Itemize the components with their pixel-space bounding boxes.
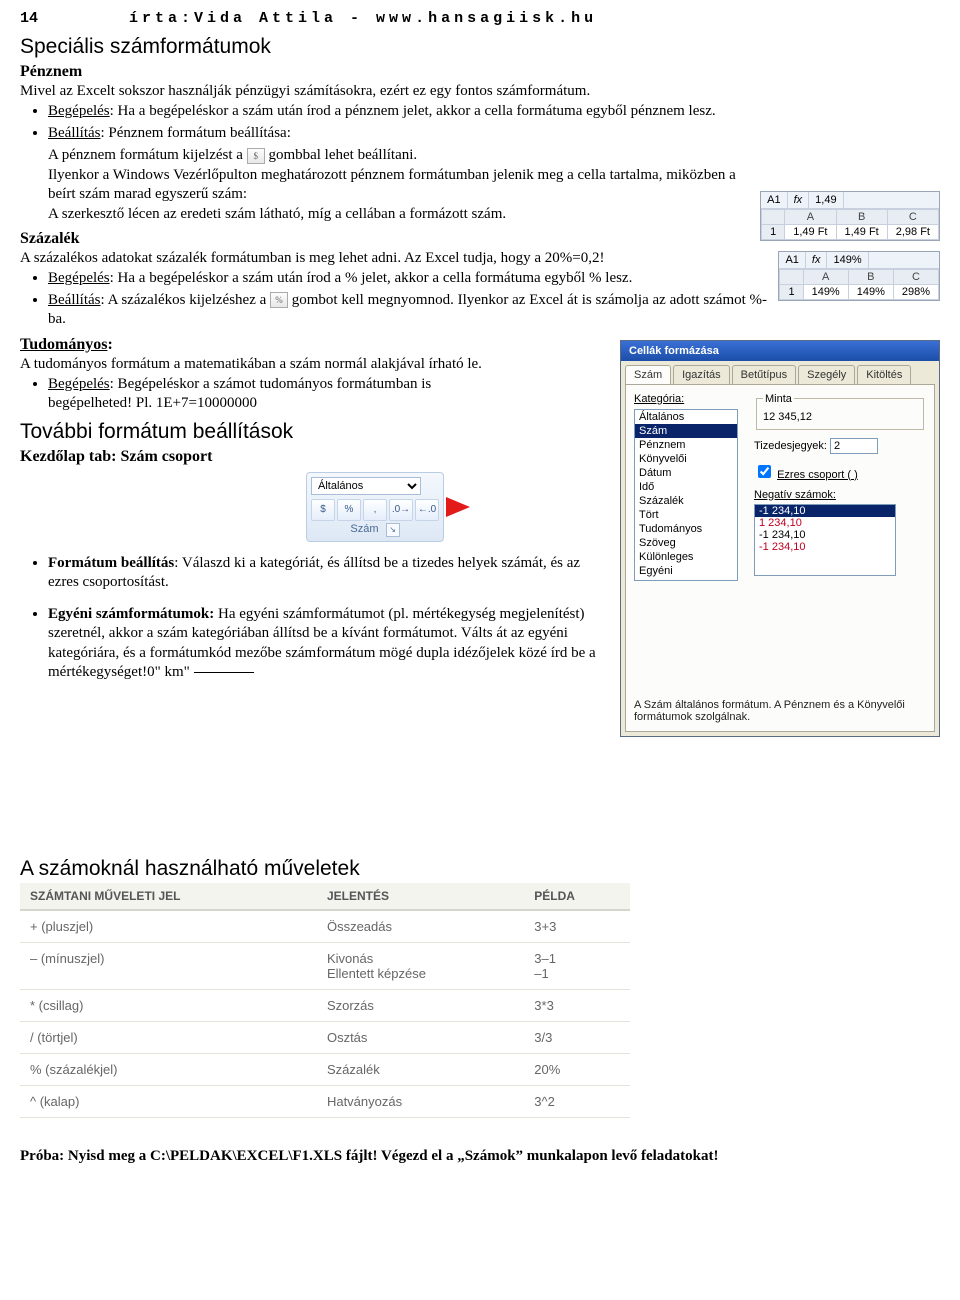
tab-igazitas[interactable]: Igazítás: [673, 365, 730, 384]
cat-szam[interactable]: Szám: [635, 424, 737, 438]
ribbon-group-label: Szám: [350, 523, 378, 535]
cat-ido[interactable]: Idő: [635, 480, 737, 494]
increase-decimal-button[interactable]: .0→: [389, 499, 413, 521]
format-cells-dialog: Cellák formázása Szám Igazítás Betűtípus…: [620, 340, 940, 737]
neg-opt-2[interactable]: 1 234,10: [755, 517, 895, 529]
dialog-footnote: A Szám általános formátum. A Pénznem és …: [634, 699, 926, 723]
comma-button[interactable]: ,: [363, 499, 387, 521]
tab-betutipus[interactable]: Betűtípus: [732, 365, 796, 384]
col-example: PÉLDA: [524, 883, 630, 910]
label-begepeles: Begépelés: [48, 103, 110, 119]
col-operator: SZÁMTANI MŰVELETI JEL: [20, 883, 317, 910]
cat-penznem[interactable]: Pénznem: [635, 438, 737, 452]
cell-ref: A1: [779, 252, 805, 268]
mini-grid: ABC 1 149% 149% 298%: [779, 269, 939, 300]
fx-label: fx: [788, 192, 810, 208]
cat-szazalek[interactable]: Százalék: [635, 494, 737, 508]
cell-b1: 1,49 Ft: [836, 225, 887, 240]
col-meaning: JELENTÉS: [317, 883, 524, 910]
decimals-input[interactable]: [830, 438, 878, 454]
label-beallitas: Beállítás: [48, 125, 101, 141]
cat-tort[interactable]: Tört: [635, 508, 737, 522]
table-row: / (törtjel)Osztás3/3: [20, 1021, 630, 1053]
connector-line: [194, 672, 254, 673]
category-label: Kategória:: [634, 393, 744, 405]
neg-opt-3[interactable]: -1 234,10: [755, 529, 895, 541]
cat-tudomanyos[interactable]: Tudományos: [635, 522, 737, 536]
cat-datum[interactable]: Dátum: [635, 466, 737, 480]
cell-a1: 1,49 Ft: [785, 225, 836, 240]
try-instruction: Próba: Nyisd meg a C:\PELDAK\EXCEL\F1.XL…: [20, 1148, 940, 1165]
table-row: – (mínuszjel)Kivonás Ellentett képzése3–…: [20, 942, 630, 989]
section-operators: A számoknál használható műveletek: [20, 857, 940, 881]
negative-list[interactable]: -1 234,10 1 234,10 -1 234,10 -1 234,10: [754, 504, 896, 576]
number-format-dropdown[interactable]: Általános: [311, 477, 421, 495]
cell-ref: A1: [761, 192, 787, 208]
mini-grid: ABC 1 1,49 Ft 1,49 Ft 2,98 Ft: [761, 209, 939, 240]
currency-icon[interactable]: $: [247, 148, 265, 164]
dialog-tabs: Szám Igazítás Betűtípus Szegély Kitöltés: [621, 361, 939, 384]
cat-altalanos[interactable]: Általános: [635, 410, 737, 424]
thousands-checkbox[interactable]: [758, 465, 771, 478]
decimals-label: Tizedesjegyek:: [754, 440, 827, 452]
cell-a1: 149%: [803, 285, 848, 300]
cat-kulonleges[interactable]: Különleges: [635, 550, 737, 564]
formula-bar: A1 fx 149%: [779, 252, 939, 269]
currency-button[interactable]: $: [311, 499, 335, 521]
more-format-bullet-1: Formátum beállítás: Válaszd ki a kategór…: [48, 554, 608, 593]
fx-label: fx: [806, 252, 828, 268]
page-number: 14: [20, 10, 38, 27]
cell-b1: 149%: [848, 285, 893, 300]
sample-value: 12 345,12: [763, 411, 917, 423]
dialog-launcher-icon[interactable]: ↘: [386, 523, 400, 537]
tab-szegely[interactable]: Szegély: [798, 365, 855, 384]
penznem-intro: Mivel az Excelt sokszor használják pénzü…: [20, 83, 940, 100]
cell-c1: 298%: [893, 285, 938, 300]
red-arrow-icon: [446, 497, 470, 517]
negative-label: Negatív számok:: [754, 489, 836, 501]
dialog-title: Cellák formázása: [621, 341, 939, 361]
neg-opt-4[interactable]: -1 234,10: [755, 541, 895, 553]
author-credit: írta:Vida Attila - www.hansagiisk.hu: [129, 10, 597, 27]
table-row: * (csillag)Szorzás3*3: [20, 989, 630, 1021]
penznem-bullet-1: Begépelés: Ha a begépeléskor a szám után…: [48, 102, 940, 122]
ribbon-number-group: Általános $ % , .0→ ←.0 Szám ↘: [306, 472, 444, 542]
cat-egyeni[interactable]: Egyéni: [635, 564, 737, 578]
page-header: 14 írta:Vida Attila - www.hansagiisk.hu: [20, 10, 940, 27]
percent-button[interactable]: %: [337, 499, 361, 521]
more-format-bullet-2: Egyéni számformátumok: Ha egyéni számfor…: [48, 605, 608, 683]
sample-group: Minta 12 345,12: [756, 393, 924, 430]
tudomanyos-bullet: Begépelés: Begépeléskor a számot tudomán…: [48, 375, 478, 414]
fx-value: 149%: [827, 252, 868, 268]
sample-legend: Minta: [763, 393, 794, 405]
fx-value: 1,49: [809, 192, 843, 208]
percent-icon[interactable]: %: [270, 292, 288, 308]
excel-snippet-percent: A1 fx 149% ABC 1 149% 149% 298%: [778, 251, 940, 301]
table-row: % (százalékjel)Százalék20%: [20, 1053, 630, 1085]
table-row: ^ (kalap)Hatványozás3^2: [20, 1085, 630, 1117]
tab-kitoltes[interactable]: Kitöltés: [857, 365, 911, 384]
subhead-penznem: Pénznem: [20, 63, 940, 81]
category-list[interactable]: Általános Szám Pénznem Könyvelői Dátum I…: [634, 409, 738, 581]
table-row: + (pluszjel)Összeadás3+3: [20, 910, 630, 943]
excel-snippet-currency: A1 fx 1,49 ABC 1 1,49 Ft 1,49 Ft 2,98 Ft: [760, 191, 940, 241]
decrease-decimal-button[interactable]: ←.0: [415, 499, 439, 521]
tab-szam[interactable]: Szám: [625, 365, 671, 384]
section-special-formats: Speciális számformátumok: [20, 35, 940, 59]
formula-bar: A1 fx 1,49: [761, 192, 939, 209]
cell-c1: 2,98 Ft: [887, 225, 938, 240]
neg-opt-1[interactable]: -1 234,10: [755, 505, 895, 517]
cat-konyveloi[interactable]: Könyvelői: [635, 452, 737, 466]
cat-szoveg[interactable]: Szöveg: [635, 536, 737, 550]
thousands-label: Ezres csoport ( ): [777, 469, 858, 481]
operators-table: SZÁMTANI MŰVELETI JEL JELENTÉS PÉLDA + (…: [20, 883, 630, 1118]
